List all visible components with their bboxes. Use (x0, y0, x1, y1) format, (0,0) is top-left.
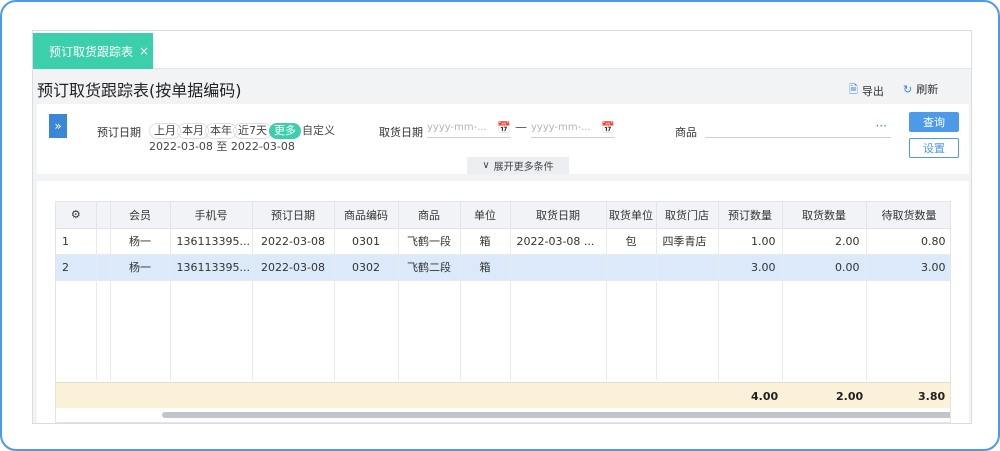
cell-goods-code: 0302 (334, 254, 399, 281)
header-order-date[interactable]: 预订日期 (252, 202, 335, 229)
header-spacer (96, 202, 111, 229)
cell-member: 杨一 (110, 228, 171, 255)
column-settings-icon[interactable]: ⚙ (56, 202, 97, 229)
cell-pending-qty: 3.00 (866, 254, 950, 281)
table-header-row: ⚙ 会员 手机号 预订日期 商品编码 商品 单位 取货日期 取货单位 取货门店 … (56, 202, 950, 229)
table-row[interactable]: 2 杨一 136113395... 2022-03-08 0302 飞鹤二段 箱… (56, 254, 950, 281)
table-row[interactable]: 1 杨一 136113395... 2022-03-08 0301 飞鹤一段 箱… (56, 228, 950, 255)
cell-unit: 箱 (460, 254, 511, 281)
row-spacer (96, 254, 111, 281)
date-placeholder: yyyy-mm-... (427, 122, 487, 133)
cell-order-date: 2022-03-08 (252, 254, 335, 281)
tab-pickup-tracking[interactable]: 预订取货跟踪表 × (33, 33, 153, 69)
header-order-qty[interactable]: 预订数量 (718, 202, 783, 229)
title-bar: 预订取货跟踪表(按单据编码) 🗎 导出 ↻ 刷新 (33, 69, 971, 103)
more-dots-icon[interactable]: ··· (876, 119, 887, 133)
header-pickup-store[interactable]: 取货门店 (656, 202, 719, 229)
goods-input[interactable]: ··· (705, 119, 891, 138)
total-pickup-qty: 2.00 (836, 390, 864, 403)
cell-phone: 136113395... (170, 254, 253, 281)
query-button[interactable]: 查询 (909, 112, 959, 132)
header-pending-qty[interactable]: 待取货数量 (866, 202, 950, 229)
total-order-qty: 4.00 (751, 390, 779, 403)
cell-order-date: 2022-03-08 (252, 228, 335, 255)
cell-pickup-date (510, 254, 607, 281)
double-chevron-down-icon: ∨ (482, 160, 490, 171)
cell-order-qty: 3.00 (718, 254, 783, 281)
totals-row: 4.00 2.00 3.80 (56, 382, 950, 408)
pickup-date-label: 取货日期 (379, 126, 423, 139)
cell-unit: 箱 (460, 228, 511, 255)
cell-pickup-unit (606, 254, 657, 281)
tab-label: 预订取货跟踪表 (49, 44, 134, 59)
row-spacer (96, 228, 111, 255)
quick-date-last-7-days[interactable]: 近7天 (233, 123, 272, 139)
cell-pickup-qty: 0.00 (782, 254, 867, 281)
page-title: 预订取货跟踪表(按单据编码) (37, 81, 242, 100)
tab-bar: 预订取货跟踪表 × (33, 31, 971, 69)
header-pickup-date[interactable]: 取货日期 (510, 202, 607, 229)
row-index: 1 (56, 228, 97, 255)
horizontal-scrollbar[interactable] (162, 412, 950, 418)
header-pickup-qty[interactable]: 取货数量 (782, 202, 867, 229)
expand-sidebar-icon[interactable]: » (49, 114, 67, 138)
settings-button[interactable]: 设置 (909, 138, 959, 158)
cell-pickup-qty: 2.00 (782, 228, 867, 255)
range-dash: — (515, 120, 527, 134)
cell-goods: 飞鹤二段 (398, 254, 461, 281)
pickup-date-start-input[interactable]: yyyy-mm-... 📅 (427, 120, 511, 138)
order-date-label: 预订日期 (97, 126, 141, 139)
total-pending-qty: 3.80 (918, 390, 946, 403)
refresh-icon: ↻ (903, 82, 913, 96)
screenshot-frame: 预订取货跟踪表 × 预订取货跟踪表(按单据编码) 🗎 导出 ↻ 刷新 » 预订日… (0, 0, 1000, 451)
cell-pending-qty: 0.80 (866, 228, 950, 255)
calendar-icon[interactable]: 📅 (601, 121, 615, 134)
quick-date-custom[interactable]: 自定义 (297, 123, 340, 139)
close-icon[interactable]: × (139, 44, 149, 58)
cell-pickup-unit: 包 (606, 228, 657, 255)
filter-panel: » 预订日期 上月 本月 本年 近7天 更多 自定义 2022-03-08 至 … (37, 104, 969, 174)
refresh-label: 刷新 (916, 83, 939, 96)
goods-label: 商品 (675, 126, 697, 139)
export-icon: 🗎 (849, 83, 858, 96)
cell-goods: 飞鹤一段 (398, 228, 461, 255)
cell-phone: 136113395... (170, 228, 253, 255)
table-area: ⚙ 会员 手机号 预订日期 商品编码 商品 单位 取货日期 取货单位 取货门店 … (37, 181, 969, 423)
expand-more-conditions-button[interactable]: ∨ 展开更多条件 (467, 157, 569, 174)
export-label: 导出 (861, 84, 884, 98)
export-button[interactable]: 🗎 导出 (849, 81, 884, 100)
cell-pickup-store: 四季青店 (656, 228, 719, 255)
row-index: 2 (56, 254, 97, 281)
header-goods-code[interactable]: 商品编码 (334, 202, 399, 229)
cell-order-qty: 1.00 (718, 228, 783, 255)
app-window: 预订取货跟踪表 × 预订取货跟踪表(按单据编码) 🗎 导出 ↻ 刷新 » 预订日… (32, 30, 972, 424)
refresh-button[interactable]: ↻ 刷新 (903, 81, 938, 97)
header-unit[interactable]: 单位 (460, 202, 511, 229)
data-grid: ⚙ 会员 手机号 预订日期 商品编码 商品 单位 取货日期 取货单位 取货门店 … (55, 201, 951, 423)
calendar-icon[interactable]: 📅 (497, 121, 511, 134)
pickup-date-end-input[interactable]: yyyy-mm-... 📅 (531, 120, 615, 138)
cell-member: 杨一 (110, 254, 171, 281)
cell-goods-code: 0301 (334, 228, 399, 255)
header-pickup-unit[interactable]: 取货单位 (606, 202, 657, 229)
empty-rows-area (56, 280, 950, 380)
data-table: ⚙ 会员 手机号 预订日期 商品编码 商品 单位 取货日期 取货单位 取货门店 … (56, 202, 950, 380)
cell-pickup-store (656, 254, 719, 281)
header-member[interactable]: 会员 (110, 202, 171, 229)
header-phone[interactable]: 手机号 (170, 202, 253, 229)
expand-label: 展开更多条件 (493, 162, 554, 173)
cell-pickup-date: 2022-03-08 ... (510, 228, 607, 255)
header-goods[interactable]: 商品 (398, 202, 461, 229)
date-placeholder: yyyy-mm-... (531, 122, 591, 133)
order-date-range: 2022-03-08 至 2022-03-08 (149, 140, 295, 153)
